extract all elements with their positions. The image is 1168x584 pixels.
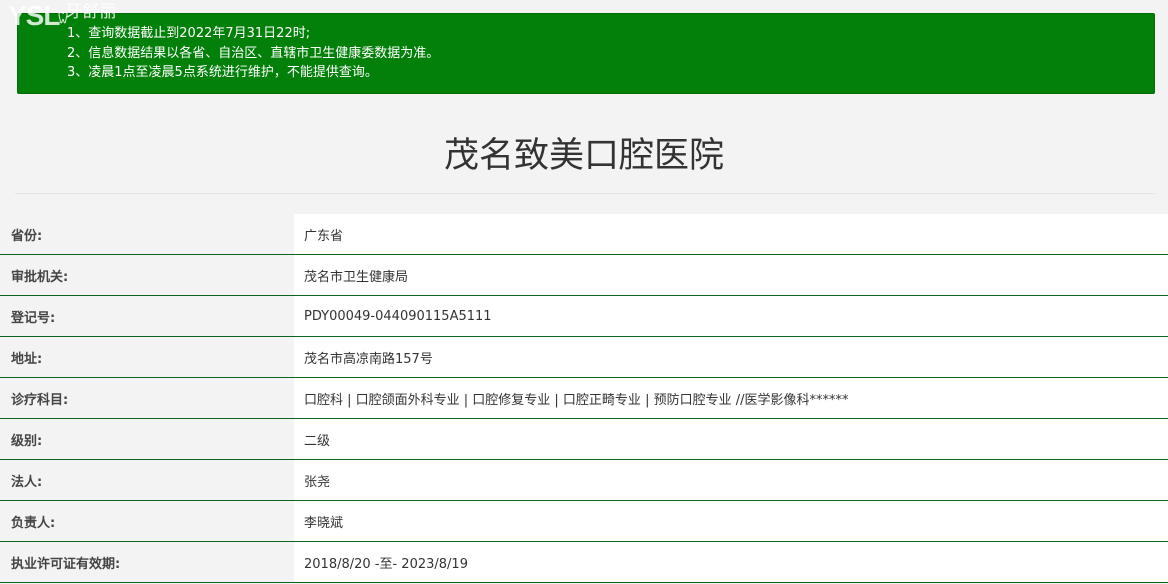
row-value: 张尧 [294,460,1168,500]
table-row-departments: 诊疗科目: 口腔科 | 口腔颌面外科专业 | 口腔修复专业 | 口腔正畸专业 |… [0,378,1168,419]
row-value: 茂名市卫生健康局 [294,255,1168,295]
row-value: 李晓斌 [294,501,1168,541]
row-label: 诊疗科目: [0,378,294,418]
row-value: 2018/8/20 -至- 2023/8/19 [294,542,1168,582]
row-label: 地址: [0,337,294,377]
row-label: 级别: [0,419,294,459]
table-row-license-validity: 执业许可证有效期: 2018/8/20 -至- 2023/8/19 [0,542,1168,583]
hospital-info-table: 省份: 广东省 审批机关: 茂名市卫生健康局 登记号: PDY00049-044… [0,214,1168,583]
table-row-registration-number: 登记号: PDY00049-044090115A5111 [0,296,1168,337]
table-row-province: 省份: 广东省 [0,214,1168,255]
title-divider [15,193,1155,194]
notice-line-1: 1、查询数据截止到2022年7月31日22时; [67,26,311,41]
table-row-person-in-charge: 负责人: 李晓斌 [0,501,1168,542]
row-label: 登记号: [0,296,294,336]
row-value: 口腔科 | 口腔颌面外科专业 | 口腔修复专业 | 口腔正畸专业 | 预防口腔专… [294,378,1168,418]
notice-line-2: 2、信息数据结果以各省、自治区、直辖市卫生健康委数据为准。 [67,45,440,61]
row-label: 负责人: [0,501,294,541]
row-value: 广东省 [294,214,1168,254]
row-value: 二级 [294,419,1168,459]
notice-banner: 1、查询数据截止到2022年7月31日22时; 2、信息数据结果以各省、自治区、… [17,13,1155,94]
notice-line-3: 3、凌晨1点至凌晨5点系统进行维护，不能提供查询。 [67,65,378,80]
row-label: 执业许可证有效期: [0,542,294,582]
row-value: PDY00049-044090115A5111 [294,296,1168,336]
table-row-legal-person: 法人: 张尧 [0,460,1168,501]
row-value: 茂名市高凉南路157号 [294,337,1168,377]
table-row-approval-authority: 审批机关: 茂名市卫生健康局 [0,255,1168,296]
table-row-level: 级别: 二级 [0,419,1168,460]
row-label: 省份: [0,214,294,254]
table-row-address: 地址: 茂名市高凉南路157号 [0,337,1168,378]
page-title: 茂名致美口腔医院 [443,136,724,176]
row-label: 法人: [0,460,294,500]
row-label: 审批机关: [0,255,294,295]
